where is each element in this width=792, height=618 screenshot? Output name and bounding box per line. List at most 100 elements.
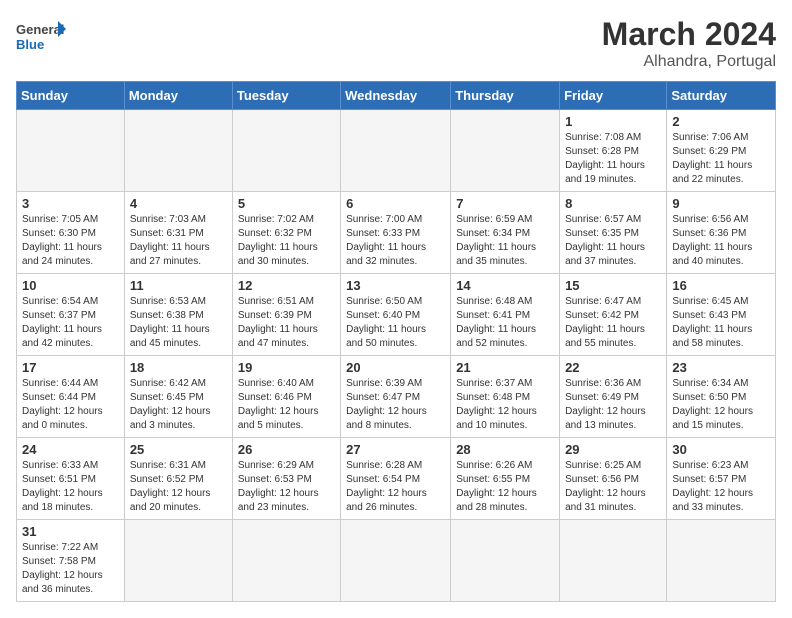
calendar-day-cell: 18 Sunrise: 6:42 AM Sunset: 6:45 PM Dayli…	[124, 356, 232, 438]
calendar-day-cell: 3 Sunrise: 7:05 AM Sunset: 6:30 PM Daylig…	[17, 192, 125, 274]
day-info: Sunrise: 6:47 AM Sunset: 6:42 PM Dayligh…	[565, 295, 661, 351]
calendar-day-cell: 13Sunrise: 6:50 AM Sunset: 6:40 PM Dayli…	[341, 274, 451, 356]
day-number: 6	[346, 196, 445, 211]
day-info: Sunrise: 6:40 AM Sunset: 6:46 PM Dayligh…	[238, 377, 335, 433]
day-number: 29	[565, 442, 661, 457]
calendar-day-cell: 11 Sunrise: 6:53 AM Sunset: 6:38 PM Dayli…	[124, 274, 232, 356]
day-info: Sunrise: 6:56 AM Sunset: 6:36 PM Dayligh…	[672, 213, 770, 269]
calendar-day-cell: 23 Sunrise: 6:34 AM Sunset: 6:50 PM Dayli…	[667, 356, 776, 438]
day-info: Sunrise: 6:33 AM Sunset: 6:51 PM Dayligh…	[22, 459, 119, 515]
day-info: Sunrise: 6:28 AM Sunset: 6:54 PM Dayligh…	[346, 459, 445, 515]
day-info: Sunrise: 6:34 AM Sunset: 6:50 PM Dayligh…	[672, 377, 770, 433]
calendar-day-cell: 4 Sunrise: 7:03 AM Sunset: 6:31 PM Daylig…	[124, 192, 232, 274]
col-thursday: Thursday	[451, 82, 560, 110]
calendar-day-cell: 5Sunrise: 7:02 AM Sunset: 6:32 PM Daylig…	[232, 192, 340, 274]
calendar-day-cell	[341, 110, 451, 192]
day-number: 22	[565, 360, 661, 375]
day-info: Sunrise: 6:45 AM Sunset: 6:43 PM Dayligh…	[672, 295, 770, 351]
col-friday: Friday	[560, 82, 667, 110]
title-area: March 2024 Alhandra, Portugal	[602, 16, 776, 71]
calendar-day-cell	[451, 110, 560, 192]
day-info: Sunrise: 6:54 AM Sunset: 6:37 PM Dayligh…	[22, 295, 119, 351]
col-sunday: Sunday	[17, 82, 125, 110]
day-number: 16	[672, 278, 770, 293]
day-number: 19	[238, 360, 335, 375]
calendar-day-cell: 19 Sunrise: 6:40 AM Sunset: 6:46 PM Dayli…	[232, 356, 340, 438]
page-header: General Blue March 2024 Alhandra, Portug…	[16, 16, 776, 71]
calendar-day-cell: 22 Sunrise: 6:36 AM Sunset: 6:49 PM Dayli…	[560, 356, 667, 438]
day-number: 12	[238, 278, 335, 293]
day-number: 20	[346, 360, 445, 375]
day-info: Sunrise: 6:51 AM Sunset: 6:39 PM Dayligh…	[238, 295, 335, 351]
svg-text:General: General	[16, 22, 64, 37]
calendar-day-cell	[451, 520, 560, 602]
day-info: Sunrise: 7:03 AM Sunset: 6:31 PM Dayligh…	[130, 213, 227, 269]
svg-text:Blue: Blue	[16, 37, 44, 52]
day-number: 10	[22, 278, 119, 293]
calendar-day-cell	[341, 520, 451, 602]
day-info: Sunrise: 7:02 AM Sunset: 6:32 PM Dayligh…	[238, 213, 335, 269]
calendar-day-cell: 15Sunrise: 6:47 AM Sunset: 6:42 PM Dayli…	[560, 274, 667, 356]
day-info: Sunrise: 6:44 AM Sunset: 6:44 PM Dayligh…	[22, 377, 119, 433]
day-info: Sunrise: 6:31 AM Sunset: 6:52 PM Dayligh…	[130, 459, 227, 515]
day-number: 24	[22, 442, 119, 457]
calendar-week-row: 24 Sunrise: 6:33 AM Sunset: 6:51 PM Dayli…	[17, 438, 776, 520]
day-number: 21	[456, 360, 554, 375]
calendar-table: Sunday Monday Tuesday Wednesday Thursday…	[16, 81, 776, 602]
calendar-day-cell	[232, 110, 340, 192]
col-tuesday: Tuesday	[232, 82, 340, 110]
location-subtitle: Alhandra, Portugal	[602, 53, 776, 71]
day-number: 3	[22, 196, 119, 211]
calendar-day-cell: 2 Sunrise: 7:06 AM Sunset: 6:29 PM Daylig…	[667, 110, 776, 192]
day-number: 18	[130, 360, 227, 375]
day-info: Sunrise: 6:37 AM Sunset: 6:48 PM Dayligh…	[456, 377, 554, 433]
calendar-day-cell: 7 Sunrise: 6:59 AM Sunset: 6:34 PM Daylig…	[451, 192, 560, 274]
day-info: Sunrise: 6:48 AM Sunset: 6:41 PM Dayligh…	[456, 295, 554, 351]
day-number: 30	[672, 442, 770, 457]
day-info: Sunrise: 7:05 AM Sunset: 6:30 PM Dayligh…	[22, 213, 119, 269]
day-info: Sunrise: 6:53 AM Sunset: 6:38 PM Dayligh…	[130, 295, 227, 351]
day-number: 17	[22, 360, 119, 375]
day-number: 23	[672, 360, 770, 375]
calendar-day-cell	[667, 520, 776, 602]
calendar-day-cell	[560, 520, 667, 602]
day-info: Sunrise: 6:42 AM Sunset: 6:45 PM Dayligh…	[130, 377, 227, 433]
day-number: 9	[672, 196, 770, 211]
calendar-week-row: 1Sunrise: 7:08 AM Sunset: 6:28 PM Daylig…	[17, 110, 776, 192]
col-wednesday: Wednesday	[341, 82, 451, 110]
day-number: 31	[22, 524, 119, 539]
calendar-day-cell: 16 Sunrise: 6:45 AM Sunset: 6:43 PM Dayli…	[667, 274, 776, 356]
day-info: Sunrise: 6:50 AM Sunset: 6:40 PM Dayligh…	[346, 295, 445, 351]
day-info: Sunrise: 6:29 AM Sunset: 6:53 PM Dayligh…	[238, 459, 335, 515]
calendar-day-cell: 29Sunrise: 6:25 AM Sunset: 6:56 PM Dayli…	[560, 438, 667, 520]
day-number: 14	[456, 278, 554, 293]
day-number: 2	[672, 114, 770, 129]
day-number: 7	[456, 196, 554, 211]
calendar-day-cell: 24 Sunrise: 6:33 AM Sunset: 6:51 PM Dayli…	[17, 438, 125, 520]
day-number: 11	[130, 278, 227, 293]
day-info: Sunrise: 6:26 AM Sunset: 6:55 PM Dayligh…	[456, 459, 554, 515]
day-info: Sunrise: 6:36 AM Sunset: 6:49 PM Dayligh…	[565, 377, 661, 433]
calendar-day-cell: 25Sunrise: 6:31 AM Sunset: 6:52 PM Dayli…	[124, 438, 232, 520]
day-info: Sunrise: 7:08 AM Sunset: 6:28 PM Dayligh…	[565, 131, 661, 187]
calendar-header-row: Sunday Monday Tuesday Wednesday Thursday…	[17, 82, 776, 110]
calendar-day-cell: 28Sunrise: 6:26 AM Sunset: 6:55 PM Dayli…	[451, 438, 560, 520]
calendar-week-row: 17 Sunrise: 6:44 AM Sunset: 6:44 PM Dayli…	[17, 356, 776, 438]
day-info: Sunrise: 6:57 AM Sunset: 6:35 PM Dayligh…	[565, 213, 661, 269]
calendar-week-row: 31 Sunrise: 7:22 AM Sunset: 7:58 PM Dayli…	[17, 520, 776, 602]
logo: General Blue	[16, 16, 66, 56]
calendar-day-cell: 30Sunrise: 6:23 AM Sunset: 6:57 PM Dayli…	[667, 438, 776, 520]
day-info: Sunrise: 7:06 AM Sunset: 6:29 PM Dayligh…	[672, 131, 770, 187]
day-info: Sunrise: 7:22 AM Sunset: 7:58 PM Dayligh…	[22, 541, 119, 597]
day-number: 4	[130, 196, 227, 211]
calendar-day-cell: 1Sunrise: 7:08 AM Sunset: 6:28 PM Daylig…	[560, 110, 667, 192]
calendar-week-row: 10 Sunrise: 6:54 AM Sunset: 6:37 PM Dayli…	[17, 274, 776, 356]
calendar-day-cell: 10 Sunrise: 6:54 AM Sunset: 6:37 PM Dayli…	[17, 274, 125, 356]
calendar-day-cell: 6Sunrise: 7:00 AM Sunset: 6:33 PM Daylig…	[341, 192, 451, 274]
calendar-day-cell: 12 Sunrise: 6:51 AM Sunset: 6:39 PM Dayli…	[232, 274, 340, 356]
calendar-day-cell: 26Sunrise: 6:29 AM Sunset: 6:53 PM Dayli…	[232, 438, 340, 520]
day-info: Sunrise: 6:59 AM Sunset: 6:34 PM Dayligh…	[456, 213, 554, 269]
calendar-day-cell: 17 Sunrise: 6:44 AM Sunset: 6:44 PM Dayli…	[17, 356, 125, 438]
calendar-week-row: 3 Sunrise: 7:05 AM Sunset: 6:30 PM Daylig…	[17, 192, 776, 274]
logo-svg: General Blue	[16, 16, 66, 56]
